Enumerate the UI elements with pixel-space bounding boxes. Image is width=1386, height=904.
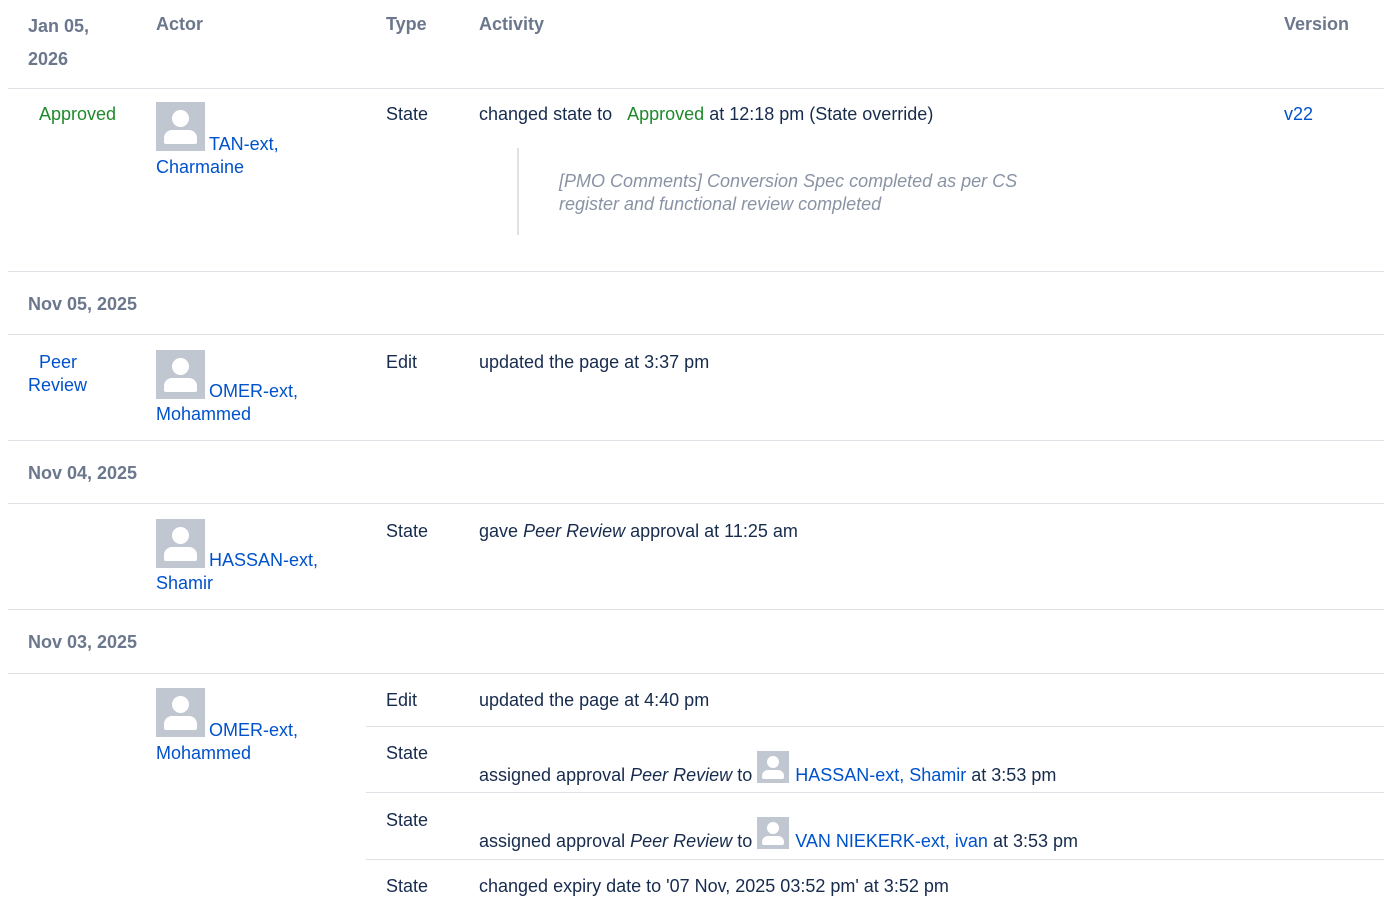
activity-cell: changed expiry date to '07 Nov, 2025 03:…: [479, 876, 949, 896]
type-cell: State: [386, 743, 429, 763]
date-heading: Nov 03, 2025: [28, 632, 138, 652]
actor-link[interactable]: OMER-ext, Mohammed: [156, 380, 356, 426]
activity-cell: assigned approval Peer Review to VAN NIE…: [479, 817, 1078, 853]
type-cell: State: [386, 810, 429, 830]
activity-cell: gave Peer Review approval at 11:25 am: [479, 520, 798, 543]
activity-text: assigned approval: [479, 765, 626, 785]
type-cell: State: [386, 521, 429, 541]
avatar-icon: [757, 751, 790, 783]
divider: [8, 503, 1384, 504]
date-heading: Nov 05, 2025: [28, 294, 138, 314]
comment-text: [PMO Comments] Conversion Spec completed…: [559, 171, 1018, 214]
header-version: Version: [1284, 14, 1350, 34]
activity-text: to: [737, 765, 753, 785]
actor-link[interactable]: OMER-ext, Mohammed: [156, 719, 356, 765]
header-date: Jan 05, 2026: [28, 16, 90, 69]
activity-text: to: [737, 831, 753, 851]
activity-cell: changed state to Approved at 12:18 pm (S…: [479, 103, 933, 126]
divider: [8, 440, 1384, 441]
type-cell: State: [386, 104, 429, 124]
avatar-icon: [757, 817, 790, 849]
approval-name: Peer Review: [630, 765, 733, 785]
divider: [8, 673, 1384, 674]
activity-text: at 3:53 pm: [971, 765, 1057, 785]
header-actor: Actor: [156, 14, 204, 34]
state-comment: [PMO Comments] Conversion Spec completed…: [517, 148, 1077, 235]
divider: [8, 88, 1384, 89]
type-cell: Edit: [386, 352, 418, 372]
activity-cell: assigned approval Peer Review to HASSAN-…: [479, 751, 1056, 787]
activity-text: approval at 11:25 am: [630, 521, 798, 541]
activity-text: changed state to: [479, 104, 613, 124]
divider: [8, 609, 1384, 610]
date-heading: Nov 04, 2025: [28, 463, 138, 483]
type-cell: Edit: [386, 690, 418, 710]
divider: [366, 726, 1384, 727]
activity-text: assigned approval: [479, 831, 626, 851]
header-activity: Activity: [479, 14, 545, 34]
approval-name: Peer Review: [523, 521, 626, 541]
divider: [8, 334, 1384, 335]
activity-text: at 3:53 pm: [992, 831, 1079, 851]
approval-name: Peer Review: [630, 831, 733, 851]
divider: [366, 859, 1384, 860]
version-link[interactable]: v22: [1284, 103, 1313, 126]
type-cell: State: [386, 876, 429, 896]
divider: [366, 792, 1384, 793]
activity-text: gave: [479, 521, 519, 541]
assignee-link[interactable]: HASSAN-ext, Shamir: [795, 765, 966, 785]
state-approved: Approved: [627, 104, 705, 124]
header-type: Type: [386, 14, 427, 34]
activity-text: at 12:18 pm (State override): [709, 104, 934, 124]
activity-cell: updated the page at 3:37 pm: [479, 352, 710, 372]
actor-link[interactable]: HASSAN-ext, Shamir: [156, 549, 356, 595]
divider: [8, 271, 1384, 272]
state-label-peer-review[interactable]: Peer Review: [28, 351, 108, 397]
activity-cell: updated the page at 4:40 pm: [479, 690, 710, 710]
actor-link[interactable]: TAN-ext, Charmaine: [156, 133, 356, 179]
state-label-approved: Approved: [39, 104, 117, 124]
assignee-link[interactable]: VAN NIEKERK-ext, ivan: [795, 831, 988, 851]
